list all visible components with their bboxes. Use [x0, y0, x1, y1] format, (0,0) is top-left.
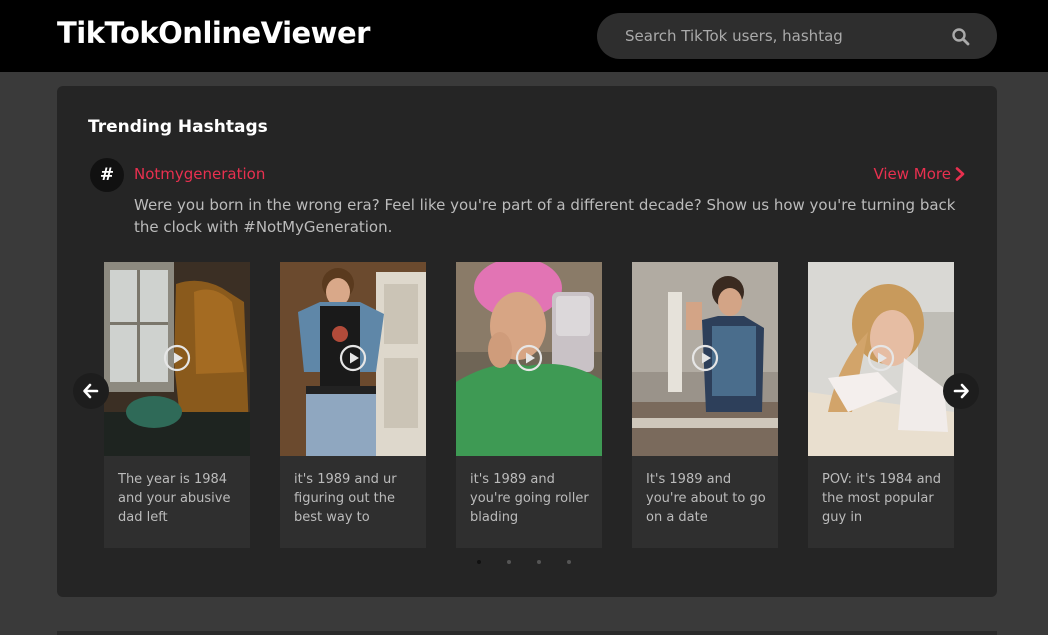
carousel-prev-button[interactable] — [73, 373, 109, 409]
carousel-next-button[interactable] — [943, 373, 979, 409]
video-caption: It's 1989 and you're about to go on a da… — [646, 472, 766, 525]
arrow-left-icon — [83, 383, 99, 399]
video-caption: POV: it's 1984 and the most popular guy … — [822, 472, 942, 525]
view-more-label: View More — [873, 165, 951, 183]
section-title: Trending Hashtags — [88, 117, 268, 137]
hashtag-icon: # — [90, 158, 124, 192]
video-card[interactable]: POV: it's 1984 and the most popular guy … — [808, 262, 954, 548]
video-card[interactable]: it's 1989 and you're going roller bladin… — [456, 262, 602, 548]
video-thumbnail — [808, 262, 954, 456]
hashtag-name-link[interactable]: Notmygeneration — [134, 165, 265, 183]
video-thumbnail — [632, 262, 778, 456]
video-thumbnail — [280, 262, 426, 456]
pagination-dot[interactable] — [567, 560, 571, 564]
search-icon[interactable] — [951, 27, 971, 47]
play-icon — [515, 344, 543, 372]
search-bar — [597, 13, 997, 59]
play-icon — [339, 344, 367, 372]
carousel-pagination — [477, 560, 571, 564]
play-icon — [163, 344, 191, 372]
search-input[interactable] — [625, 13, 945, 59]
video-card[interactable]: The year is 1984 and your abusive dad le… — [104, 262, 250, 548]
video-card[interactable]: it's 1989 and ur figuring out the best w… — [280, 262, 426, 548]
video-caption: The year is 1984 and your abusive dad le… — [118, 472, 231, 525]
site-logo[interactable]: TikTokOnlineViewer — [57, 16, 370, 50]
arrow-right-icon — [953, 383, 969, 399]
top-navbar: TikTokOnlineViewer — [0, 0, 1048, 72]
view-more-link[interactable]: View More — [873, 165, 965, 183]
video-card[interactable]: It's 1989 and you're about to go on a da… — [632, 262, 778, 548]
pagination-dot[interactable] — [477, 560, 481, 564]
trending-hashtags-panel: Trending Hashtags # Notmygeneration View… — [57, 86, 997, 597]
video-thumbnail — [104, 262, 250, 456]
next-section-edge — [57, 631, 997, 635]
video-thumbnail — [456, 262, 602, 456]
pagination-dot[interactable] — [507, 560, 511, 564]
pagination-dot[interactable] — [537, 560, 541, 564]
chevron-right-icon — [955, 167, 965, 181]
play-icon — [691, 344, 719, 372]
play-icon — [867, 344, 895, 372]
video-caption: it's 1989 and ur figuring out the best w… — [294, 472, 397, 525]
hashtag-description: Were you born in the wrong era? Feel lik… — [134, 196, 956, 236]
video-caption: it's 1989 and you're going roller bladin… — [470, 472, 589, 525]
